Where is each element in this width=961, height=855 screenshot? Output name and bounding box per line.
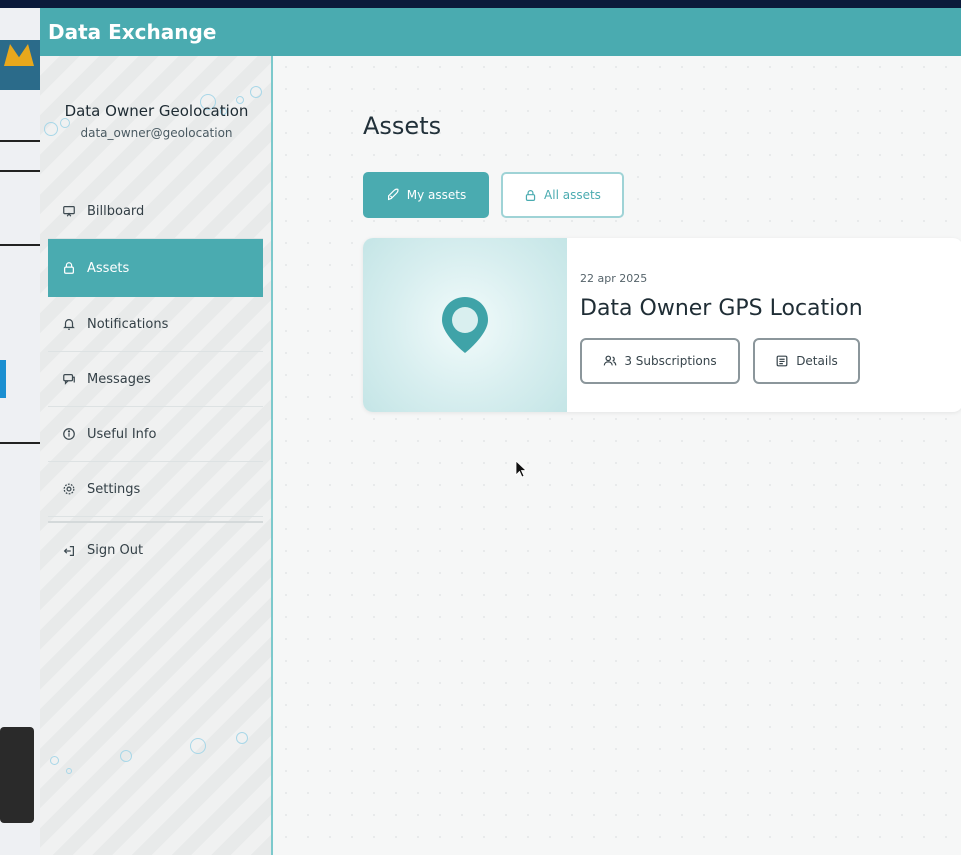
user-profile: Data Owner Geolocation data_owner@geoloc… [40, 102, 273, 140]
lock-icon [61, 260, 77, 276]
main-content: Assets My assets All assets 22 apr 2025 … [275, 56, 961, 855]
document-icon [775, 354, 789, 368]
messages-icon [61, 371, 77, 387]
sidebar-item-settings[interactable]: Settings [48, 462, 263, 517]
my-assets-button[interactable]: My assets [363, 172, 489, 218]
details-button[interactable]: Details [753, 338, 860, 384]
sidebar-item-assets[interactable]: Assets [48, 239, 263, 297]
billboard-icon [61, 203, 77, 219]
subscriptions-label: 3 Subscriptions [624, 354, 717, 368]
sign-out-icon [61, 543, 77, 559]
lock-icon [524, 189, 537, 202]
user-name: Data Owner Geolocation [64, 102, 249, 120]
gear-icon [61, 481, 77, 497]
asset-thumbnail [363, 238, 567, 412]
page-title: Assets [363, 112, 442, 140]
sidebar-nav: Billboard Assets Notifications Messages [48, 184, 263, 578]
asset-card[interactable]: 22 apr 2025 Data Owner GPS Location 3 Su… [363, 238, 961, 412]
background-logo [0, 40, 40, 90]
sidebar: Data Owner Geolocation data_owner@geoloc… [40, 56, 273, 855]
sidebar-item-label: Assets [87, 260, 130, 276]
background-divider [0, 140, 40, 142]
background-divider [0, 244, 40, 246]
background-mark [0, 360, 6, 398]
mouse-cursor [515, 460, 527, 478]
location-pin-icon [442, 297, 488, 353]
app-title: Data Exchange [48, 20, 217, 44]
top-bar: Data Exchange [40, 8, 961, 56]
app-window: Data Exchange Data Owner Geolocation dat… [40, 8, 961, 855]
sidebar-item-label: Notifications [87, 316, 169, 332]
my-assets-label: My assets [406, 188, 467, 202]
subscriptions-button[interactable]: 3 Subscriptions [580, 338, 740, 384]
all-assets-label: All assets [544, 188, 601, 202]
sidebar-item-label: Useful Info [87, 426, 157, 442]
sidebar-item-useful-info[interactable]: Useful Info [48, 407, 263, 462]
background-strip [0, 0, 40, 8]
bell-icon [61, 316, 77, 332]
asset-title: Data Owner GPS Location [580, 296, 863, 321]
users-icon [603, 354, 617, 368]
background-slide [0, 0, 40, 855]
info-icon [61, 426, 77, 442]
background-divider [0, 442, 40, 444]
asset-date: 22 apr 2025 [580, 272, 648, 285]
asset-actions: 3 Subscriptions Details [580, 338, 860, 384]
sidebar-item-label: Billboard [87, 203, 145, 219]
asset-filter-tabs: My assets All assets [363, 172, 624, 218]
sidebar-item-label: Settings [87, 481, 141, 497]
user-email: data_owner@geolocation [80, 126, 233, 140]
sidebar-item-label: Messages [87, 371, 151, 387]
details-label: Details [796, 354, 838, 368]
all-assets-button[interactable]: All assets [501, 172, 624, 218]
background-divider [0, 170, 40, 172]
sidebar-item-messages[interactable]: Messages [48, 352, 263, 407]
background-device [0, 727, 34, 823]
sign-out-label: Sign Out [87, 543, 144, 558]
sign-out-button[interactable]: Sign Out [48, 523, 263, 578]
sidebar-item-billboard[interactable]: Billboard [48, 184, 263, 239]
sidebar-item-notifications[interactable]: Notifications [48, 297, 263, 352]
rocket-icon [386, 188, 400, 202]
